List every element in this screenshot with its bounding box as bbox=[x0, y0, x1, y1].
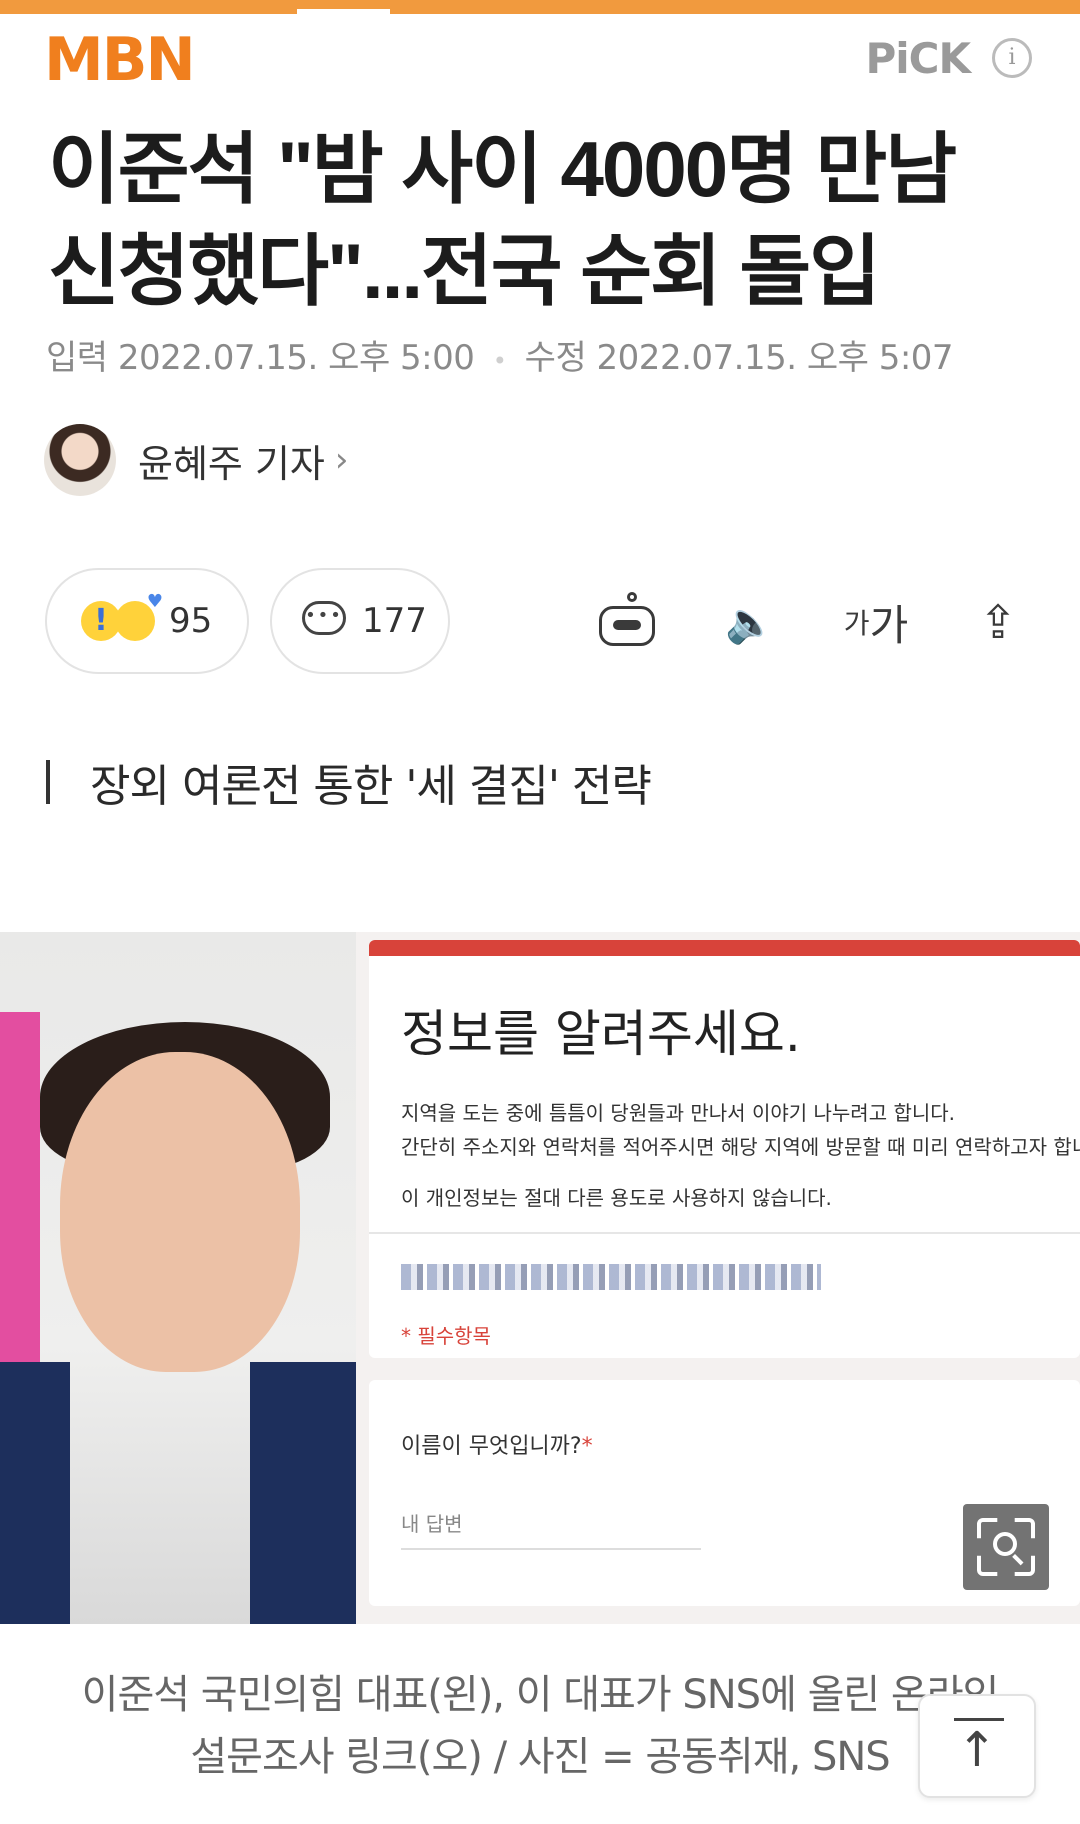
form-title: 정보를 알려주세요. bbox=[401, 1005, 801, 1063]
speaker-icon: 🔈 bbox=[725, 599, 775, 646]
comment-icon: ••• bbox=[302, 601, 348, 641]
input-date-value: 2022.07.15. 오후 5:00 bbox=[117, 338, 475, 378]
blurred-account-email bbox=[401, 1264, 821, 1290]
subheading: 장외 여론전 통한 '세 결집' 전략 bbox=[46, 754, 652, 812]
arrow-up-icon: ↑ bbox=[956, 1722, 998, 1778]
article-title: 이준석 "밤 사이 4000명 만남 신청했다"...전국 순회 돌입 bbox=[48, 125, 957, 315]
photo-caption: 이준석 국민의힘 대표(왼), 이 대표가 SNS에 올린 온라인 설문조사 링… bbox=[81, 1672, 1000, 1780]
reporter-avatar bbox=[44, 424, 116, 496]
share-button[interactable]: ⇪ bbox=[966, 586, 1030, 658]
scroll-to-top-button[interactable]: ↑ bbox=[918, 1694, 1036, 1798]
edit-date-value: 2022.07.15. 오후 5:07 bbox=[596, 338, 954, 378]
form-divider bbox=[369, 1232, 1080, 1234]
robot-icon bbox=[597, 592, 657, 652]
form-header-card: 정보를 알려주세요. 지역을 도는 중에 틈틈이 당원들과 만나서 이야기 나누… bbox=[369, 940, 1080, 1358]
top-accent-bar bbox=[0, 0, 1080, 14]
form-privacy-note: 이 개인정보는 절대 다른 용도로 사용하지 않습니다. bbox=[401, 1186, 832, 1210]
font-small-icon: 가 bbox=[843, 607, 870, 640]
image-zoom-button[interactable] bbox=[963, 1504, 1049, 1590]
input-date-label: 입력 bbox=[46, 338, 108, 378]
reporter-link[interactable]: 윤혜주 기자 › bbox=[44, 424, 349, 496]
chevron-right-icon: › bbox=[334, 440, 349, 480]
info-icon[interactable]: i bbox=[992, 38, 1032, 78]
question-label: 이름이 무엇입니까?* bbox=[401, 1434, 593, 1459]
speaker-button[interactable]: 🔈 bbox=[720, 586, 780, 658]
reporter-name: 윤혜주 기자 bbox=[138, 441, 325, 486]
reaction-count: 95 bbox=[169, 601, 213, 641]
font-large-icon: 가 bbox=[869, 600, 909, 650]
pick-label: PiCK bbox=[865, 34, 971, 83]
answer-placeholder: 내 답변 bbox=[401, 1512, 463, 1536]
comment-count: 177 bbox=[362, 601, 427, 641]
subheading-bar bbox=[46, 760, 50, 804]
reaction-button[interactable]: 95 bbox=[45, 568, 249, 674]
form-description: 지역을 도는 중에 틈틈이 당원들과 만나서 이야기 나누려고 합니다. 간단히… bbox=[401, 1096, 1080, 1164]
magnifier-icon bbox=[993, 1532, 1017, 1556]
form-description-line: 지역을 도는 중에 틈틈이 당원들과 만나서 이야기 나누려고 합니다. bbox=[401, 1101, 956, 1125]
subheading-text: 장외 여론전 통한 '세 결집' 전략 bbox=[90, 761, 652, 812]
mbn-logo[interactable]: MBN bbox=[44, 22, 196, 98]
answer-underline bbox=[401, 1548, 701, 1550]
form-description-line: 간단히 주소지와 연락처를 적어주시면 해당 지역에 방문할 때 미리 연락하고… bbox=[401, 1135, 1080, 1159]
edit-date-label: 수정 bbox=[524, 338, 587, 378]
header: MBN PiCK i bbox=[0, 14, 1080, 110]
summary-bot-button[interactable] bbox=[592, 586, 662, 658]
smile-heart-emoji-icon bbox=[115, 591, 163, 641]
date-separator: • bbox=[492, 347, 507, 375]
article-dates: 입력 2022.07.15. 오후 5:00 • 수정 2022.07.15. … bbox=[46, 330, 954, 379]
person-photo[interactable] bbox=[0, 932, 356, 1624]
font-size-button[interactable]: 가가 bbox=[836, 586, 916, 658]
comment-button[interactable]: ••• 177 bbox=[270, 568, 450, 674]
required-note: * 필수항목 bbox=[401, 1324, 491, 1348]
share-icon: ⇪ bbox=[978, 595, 1018, 649]
